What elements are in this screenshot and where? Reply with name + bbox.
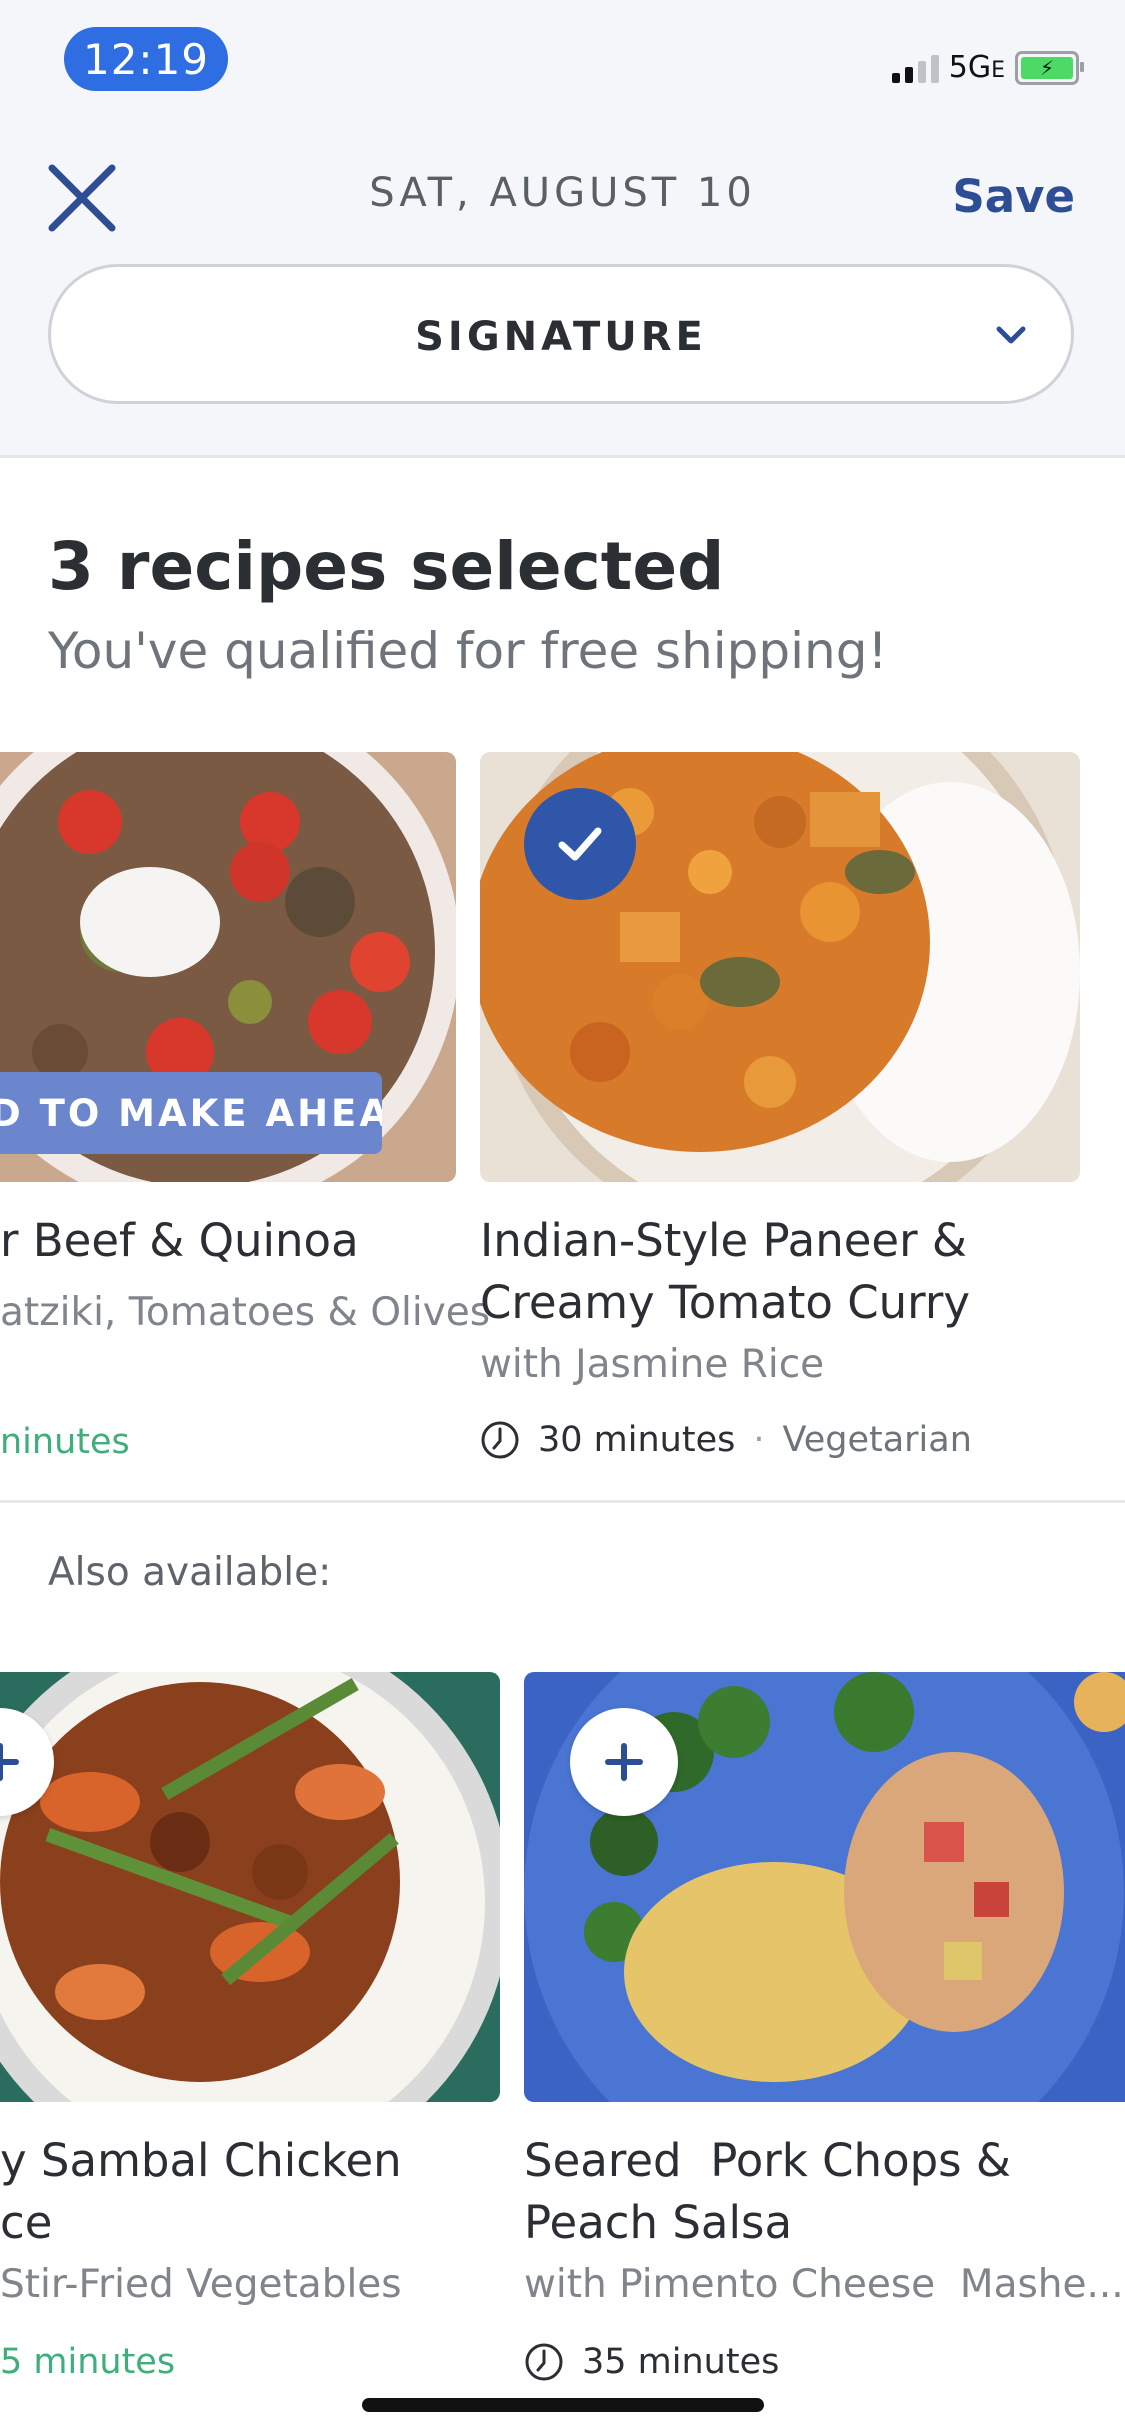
recipe-time: 30 minutes [538,1420,736,1460]
signal-icon [891,53,939,83]
recipe-title[interactable]: r Beef & Quinoa [0,1210,359,1272]
recipe-description: atziki, Tomatoes & Olives [0,1290,491,1335]
recipe-time: ninutes [0,1422,130,1462]
recipe-tag: Vegetarian [782,1420,972,1460]
plan-select-value: SIGNATURE [415,314,707,360]
recipe-description: with Jasmine Rice [480,1342,825,1387]
recipe-time: 35 minutes [582,2342,780,2382]
recipe-meta: 35 minutes [524,2342,779,2382]
recipe-description: with Pimento Cheese Mashe... [524,2262,1124,2307]
clock-icon [481,1421,519,1459]
network-suffix: E [991,58,1005,83]
also-available-label: Also available: [48,1550,332,1595]
make-ahead-badge-text: D TO MAKE AHEAD [0,1091,382,1135]
status-time: 12:19 [64,27,228,91]
battery-icon: ⚡ [1015,50,1084,85]
recipe-title[interactable]: Seared Pork Chops & Peach Salsa [524,2130,1011,2254]
recipe-title-line1: Indian-Style Paneer & [480,1214,968,1267]
recipe-title[interactable]: y Sambal Chicken ce [0,2130,402,2254]
recipe-title[interactable]: Indian-Style Paneer & Creamy Tomato Curr… [480,1210,970,1334]
section-divider [0,1500,1125,1503]
recipe-time: 5 minutes [0,2342,176,2382]
selected-check-button[interactable] [524,788,636,900]
network-type: 5G [948,50,992,85]
add-recipe-button[interactable] [570,1708,678,1816]
recipe-title-line2: Peach Salsa [524,2196,793,2249]
recipes-selected-count: 3 recipes selected [48,528,725,605]
checkmark-icon [558,827,602,861]
save-button[interactable]: Save [952,170,1075,223]
status-indicators: 5GE ⚡ [891,50,1084,85]
recipe-title-line2: ce [0,2196,53,2249]
recipe-meta: 30 minutes · Vegetarian [480,1420,972,1460]
network-label: 5GE [949,50,1005,85]
meta-separator: · [753,1420,765,1460]
recipe-description: Stir-Fried Vegetables [0,2262,402,2307]
make-ahead-badge: D TO MAKE AHEAD [0,1072,382,1154]
plus-icon [605,1743,643,1781]
plan-select[interactable]: SIGNATURE [48,264,1074,404]
recipe-title-line2: Creamy Tomato Curry [480,1276,971,1329]
recipe-image-sambal-chicken[interactable] [0,1672,500,2102]
home-indicator[interactable] [362,2398,764,2412]
chevron-down-icon [996,326,1026,344]
clock-icon [525,2343,563,2381]
plus-icon [0,1743,19,1781]
recipe-title-line1: y Sambal Chicken [0,2134,402,2187]
free-shipping-message: You've qualified for free shipping! [48,622,888,680]
recipe-title-line1: Seared Pork Chops & [524,2134,1012,2187]
